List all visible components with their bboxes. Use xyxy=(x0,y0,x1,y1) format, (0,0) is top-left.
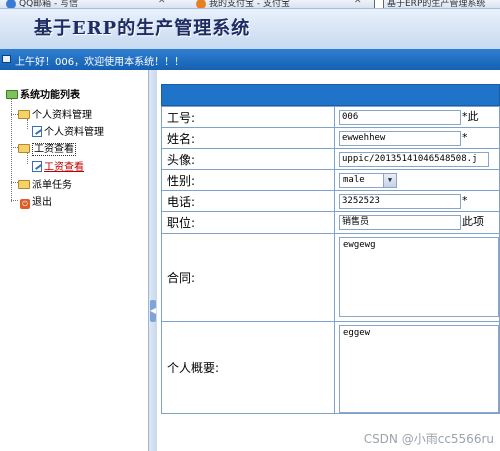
field-note: 此项 xyxy=(462,215,484,228)
field-label: 姓名: xyxy=(161,127,335,149)
app-header: 基于ERP的生产管理系统 xyxy=(0,9,500,49)
welcome-message: 上午好！006，欢迎使用本系统！！！ xyxy=(15,57,185,68)
position-input[interactable]: 销售员 xyxy=(339,215,461,230)
collapse-arrow-icon[interactable]: ◀ xyxy=(150,300,156,322)
gender-select-value: male xyxy=(343,175,365,185)
mail-icon xyxy=(6,0,16,8)
sidebar-item-label: 工资查看 xyxy=(44,162,84,173)
sidebar-tree: 系统功能列表 个人资料管理 个人资料管理 工资查看 工资查看 派单任务 ⏻ 退出 xyxy=(0,70,148,451)
tree-guide-line xyxy=(11,147,18,148)
field-label: 工号: xyxy=(161,106,335,128)
field-label: 职位: xyxy=(161,211,335,234)
browser-tab-mail[interactable]: QQ邮箱 - 写信 ✕ xyxy=(6,0,166,9)
tree-root-label: 系统功能列表 xyxy=(20,90,80,101)
browser-tab-strip: QQ邮箱 - 写信 ✕ 我的支付宝 - 支付宝 ✕ 基于ERP的生产管理系统 xyxy=(0,0,500,9)
folder-icon xyxy=(18,110,30,119)
tree-guide-line xyxy=(11,97,12,202)
window-icon xyxy=(2,55,11,63)
sidebar-item-label: 个人资料管理 xyxy=(44,127,104,138)
name-input[interactable]: ewwehhew xyxy=(339,131,461,146)
welcome-bar: 上午好！006，欢迎使用本系统！！！ xyxy=(0,49,500,70)
tree-guide-line xyxy=(11,114,18,115)
tab-label: 我的支付宝 - 支付宝 xyxy=(209,0,290,9)
phone-input[interactable]: 3252523 xyxy=(339,194,461,209)
exit-icon: ⏻ xyxy=(20,199,30,209)
sidebar-item-label: 个人资料管理 xyxy=(32,110,92,121)
document-edit-icon xyxy=(32,126,42,137)
folder-open-icon xyxy=(6,90,18,99)
gender-select[interactable]: male ▼ xyxy=(339,173,397,188)
page-icon xyxy=(374,0,384,8)
employee-id-input[interactable]: 006 xyxy=(339,110,461,125)
sidebar-item-label: 派单任务 xyxy=(32,180,72,191)
form-header-bar xyxy=(161,84,500,106)
form-row-name: 姓名: ewwehhew * xyxy=(161,127,500,149)
field-value-cell: ewwehhew * xyxy=(334,127,500,149)
sidebar-item-salary-folder[interactable]: 工资查看 xyxy=(18,140,76,156)
field-value-cell: male ▼ xyxy=(334,169,500,191)
form-row-gender: 性别: male ▼ xyxy=(161,169,500,191)
sidebar-item-salary-view[interactable]: 工资查看 xyxy=(32,158,84,173)
field-label: 合同: xyxy=(161,233,335,322)
watermark: CSDN @小雨cc5566ru xyxy=(363,432,494,446)
sidebar-item-profile-manage[interactable]: 个人资料管理 xyxy=(32,123,104,138)
field-value-cell: 3252523 * xyxy=(334,190,500,212)
tab-label: 基于ERP的生产管理系统 xyxy=(387,0,486,9)
form-row-contract: 合同: ewgewg xyxy=(161,233,500,322)
browser-tab-erp[interactable]: 基于ERP的生产管理系统 xyxy=(374,0,486,9)
close-icon[interactable]: ✕ xyxy=(354,0,362,6)
form-row-phone: 电话: 3252523 * xyxy=(161,190,500,212)
field-value-cell: 销售员 此项 xyxy=(334,211,500,234)
sidebar-item-profile-folder[interactable]: 个人资料管理 xyxy=(18,106,92,121)
field-note: * xyxy=(462,130,468,144)
field-value-cell: uppic/20135141046548508.j xyxy=(334,148,500,170)
sidebar-item-dispatch-folder[interactable]: 派单任务 xyxy=(18,176,72,191)
main-content: 工号: 006 *此 姓名: ewwehhew * 头像: uppic/201351… xyxy=(157,70,500,451)
form-row-avatar: 头像: uppic/20135141046548508.j xyxy=(161,148,500,170)
tab-label: QQ邮箱 - 写信 xyxy=(19,0,79,9)
chevron-down-icon: ▼ xyxy=(383,174,396,187)
form-row-id: 工号: 006 *此 xyxy=(161,106,500,128)
avatar-path-input[interactable]: uppic/20135141046548508.j xyxy=(339,152,489,167)
field-label: 性别: xyxy=(161,169,335,191)
field-value-cell: eggew xyxy=(334,321,500,414)
sidebar-splitter[interactable]: ◀ xyxy=(148,70,157,451)
tree-guide-line xyxy=(11,200,18,201)
sidebar-item-label: 退出 xyxy=(32,197,52,208)
folder-icon xyxy=(18,144,30,153)
profile-form: 工号: 006 *此 姓名: ewwehhew * 头像: uppic/201351… xyxy=(161,106,500,414)
field-value-cell: 006 *此 xyxy=(334,106,500,128)
document-edit-icon xyxy=(32,161,42,172)
field-label: 个人概要: xyxy=(161,321,335,414)
form-row-summary: 个人概要: eggew xyxy=(161,321,500,414)
field-note: * xyxy=(462,193,468,207)
browser-tab-alipay[interactable]: 我的支付宝 - 支付宝 ✕ xyxy=(196,0,362,9)
contract-textarea[interactable]: ewgewg xyxy=(339,237,499,317)
close-icon[interactable]: ✕ xyxy=(158,0,166,6)
sidebar-item-exit[interactable]: ⏻ 退出 xyxy=(20,193,52,209)
field-value-cell: ewgewg xyxy=(334,233,500,322)
folder-icon xyxy=(18,180,30,189)
alipay-icon xyxy=(196,0,206,8)
field-label: 电话: xyxy=(161,190,335,212)
tree-root[interactable]: 系统功能列表 xyxy=(6,86,80,101)
sidebar-item-label: 工资查看 xyxy=(32,143,76,156)
form-row-position: 职位: 销售员 此项 xyxy=(161,211,500,234)
summary-textarea[interactable]: eggew xyxy=(339,325,499,413)
field-label: 头像: xyxy=(161,148,335,170)
tree-guide-line xyxy=(11,182,18,183)
app-title: 基于ERP的生产管理系统 xyxy=(34,18,251,39)
field-note: *此 xyxy=(462,110,479,123)
